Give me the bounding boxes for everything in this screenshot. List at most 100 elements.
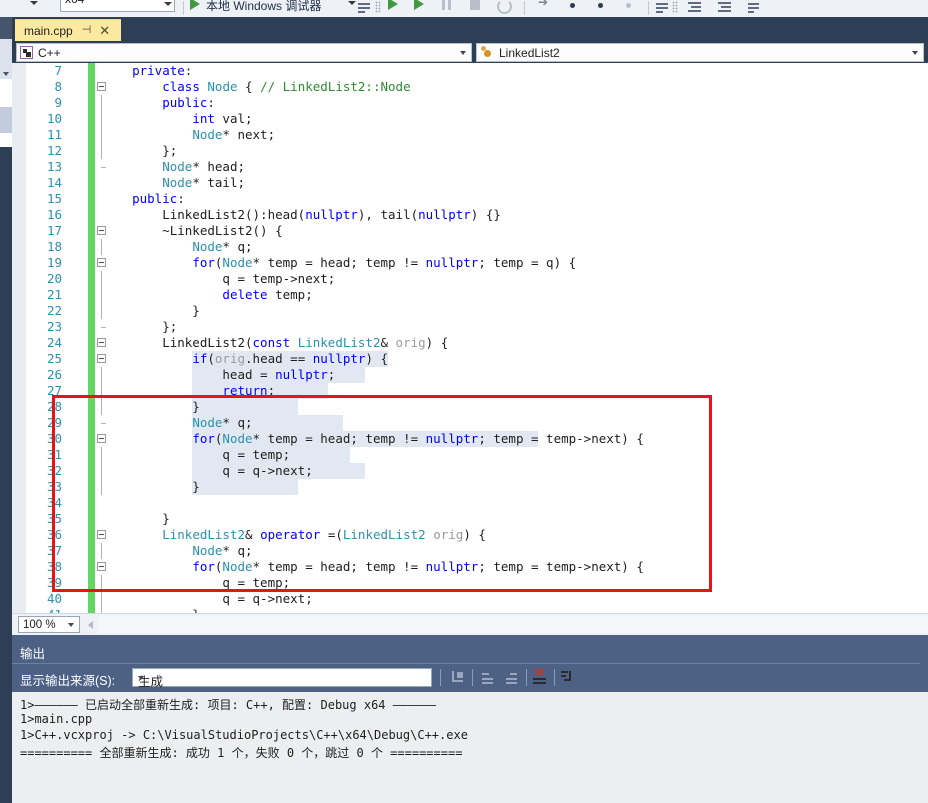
code-line[interactable]: 26 head = nullptr; xyxy=(12,367,928,383)
output-source-dropdown[interactable]: 生成 xyxy=(132,668,432,689)
code-line[interactable]: 29 Node* q; xyxy=(12,415,928,431)
code-line[interactable]: 18 Node* q; xyxy=(12,239,928,255)
code-line[interactable]: 15 public: xyxy=(12,191,928,207)
outdent-icon[interactable] xyxy=(718,2,731,14)
toolbar-separator xyxy=(183,1,184,15)
code-line[interactable]: 13 Node* head; xyxy=(12,159,928,175)
change-bar xyxy=(88,463,95,479)
line-number: 13 xyxy=(46,159,62,174)
step-into-icon[interactable] xyxy=(570,3,575,8)
type-scope-dropdown[interactable]: LinkedList2 xyxy=(476,43,924,62)
dock-tab-e[interactable] xyxy=(0,133,12,147)
code-line[interactable]: 27 return; xyxy=(12,383,928,399)
change-bar xyxy=(88,415,95,431)
code-line[interactable]: 36 LinkedList2& operator =(LinkedList2 o… xyxy=(12,527,928,543)
change-bar xyxy=(88,175,95,191)
toggle-word-wrap-icon[interactable] xyxy=(560,669,578,686)
chevron-down-icon[interactable] xyxy=(138,676,144,680)
toolbar-grip[interactable] xyxy=(375,1,381,13)
chevron-down-icon[interactable] xyxy=(164,2,172,6)
code-line[interactable]: 19 for(Node* temp = head; temp != nullpt… xyxy=(12,255,928,271)
left-dock-tabs[interactable] xyxy=(0,17,12,147)
code-editor-surface[interactable]: 7 private: 8 class Node { // LinkedList2:… xyxy=(12,63,928,613)
code-text: LinkedList2& operator =(LinkedList2 orig… xyxy=(162,527,486,542)
debug-target-label[interactable]: 本地 Windows 调试器 xyxy=(206,0,321,14)
code-line[interactable]: 8 class Node { // LinkedList2::Node xyxy=(12,79,928,95)
code-line[interactable]: 24 LinkedList2(const LinkedList2& orig) … xyxy=(12,335,928,351)
change-bar xyxy=(88,559,95,575)
output-line: 1>—————— 已启动全部重新生成: 项目: C++, 配置: Debug x… xyxy=(20,698,437,712)
chevron-down-icon[interactable] xyxy=(30,1,38,5)
chevron-down-icon[interactable] xyxy=(460,51,466,55)
overflow-icon[interactable] xyxy=(656,3,668,15)
change-bar xyxy=(88,591,95,607)
code-line[interactable]: 25 if(orig.head == nullptr) { xyxy=(12,351,928,367)
start-debug-icon[interactable] xyxy=(190,0,200,10)
project-scope-dropdown[interactable]: C++ xyxy=(16,43,472,62)
code-line[interactable]: 20 q = temp->next; xyxy=(12,271,928,287)
dock-tab-c[interactable] xyxy=(0,79,12,107)
overflow-icon[interactable] xyxy=(748,3,759,15)
code-line[interactable]: 35 } xyxy=(12,511,928,527)
code-line[interactable]: 37 Node* q; xyxy=(12,543,928,559)
dock-tab-a[interactable] xyxy=(0,17,12,39)
indent-icon[interactable] xyxy=(688,2,701,14)
document-tab-strip: main.cpp ⊣ ✕ xyxy=(12,17,928,41)
clear-all-icon[interactable] xyxy=(532,667,550,686)
code-line[interactable]: 12 }; xyxy=(12,143,928,159)
hscroll-left-button[interactable] xyxy=(84,616,98,633)
code-line[interactable]: 11 Node* next; xyxy=(12,127,928,143)
change-bar xyxy=(88,431,95,447)
code-line[interactable]: 34 xyxy=(12,495,928,511)
output-left-edge xyxy=(0,635,12,803)
chevron-down-icon[interactable] xyxy=(348,1,356,5)
code-line[interactable]: 28 } xyxy=(12,399,928,415)
code-line[interactable]: 9 public: xyxy=(12,95,928,111)
change-bar xyxy=(88,367,95,383)
line-number: 14 xyxy=(46,175,62,190)
change-bar xyxy=(88,511,95,527)
code-line[interactable]: 40 q = q->next; xyxy=(12,591,928,607)
start-no-debug-icon[interactable] xyxy=(414,0,424,10)
step-over-icon[interactable] xyxy=(598,3,603,8)
code-line[interactable]: 10 int val; xyxy=(12,111,928,127)
dock-tab-d[interactable] xyxy=(0,107,12,133)
toolbar-grip[interactable] xyxy=(672,1,678,13)
line-number: 23 xyxy=(46,319,62,334)
code-line[interactable]: 16 LinkedList2():head(nullptr), tail(nul… xyxy=(12,207,928,223)
code-line[interactable]: 21 delete temp; xyxy=(12,287,928,303)
editor-window: main.cpp ⊣ ✕ C++ LinkedList2 7 private: 8… xyxy=(12,17,928,636)
output-text-area[interactable]: 1>—————— 已启动全部重新生成: 项目: C++, 配置: Debug x… xyxy=(12,692,928,803)
stop-icon xyxy=(470,0,480,10)
code-text: Node* q; xyxy=(192,415,253,430)
zoom-level-dropdown[interactable]: 100 % xyxy=(18,616,80,633)
document-tab-main-cpp[interactable]: main.cpp ⊣ ✕ xyxy=(15,19,121,41)
toolbar-separator xyxy=(526,669,527,686)
chevron-down-icon[interactable] xyxy=(3,72,9,76)
code-line[interactable]: 23 }; xyxy=(12,319,928,335)
code-line[interactable]: 14 Node* tail; xyxy=(12,175,928,191)
code-text: q = temp; xyxy=(102,447,291,462)
line-number: 19 xyxy=(46,255,62,270)
line-number: 29 xyxy=(46,415,62,430)
code-line[interactable]: 7 private: xyxy=(12,63,928,79)
show-next-statement-icon[interactable]: ➔ xyxy=(538,0,548,9)
start-icon[interactable] xyxy=(388,0,398,10)
output-header-divider xyxy=(12,663,920,664)
code-line[interactable]: 17 ~LinkedList2() { xyxy=(12,223,928,239)
code-line[interactable]: 39 q = temp; xyxy=(12,575,928,591)
chevron-down-icon[interactable] xyxy=(68,623,74,627)
close-icon[interactable]: ✕ xyxy=(99,24,110,37)
platform-combo[interactable]: x64 xyxy=(60,0,175,12)
overflow-icon[interactable] xyxy=(358,3,370,15)
code-text: } xyxy=(102,479,200,494)
code-line[interactable]: 33 } xyxy=(12,479,928,495)
hscroll-track[interactable] xyxy=(98,616,928,633)
pin-icon[interactable]: ⊣ xyxy=(82,25,92,36)
chevron-down-icon[interactable] xyxy=(912,51,918,55)
code-line[interactable]: 38 for(Node* temp = head; temp != nullpt… xyxy=(12,559,928,575)
code-line[interactable]: 22 } xyxy=(12,303,928,319)
code-line[interactable]: 30 for(Node* temp = head; temp != nullpt… xyxy=(12,431,928,447)
code-line[interactable]: 32 q = q->next; xyxy=(12,463,928,479)
code-line[interactable]: 31 q = temp; xyxy=(12,447,928,463)
